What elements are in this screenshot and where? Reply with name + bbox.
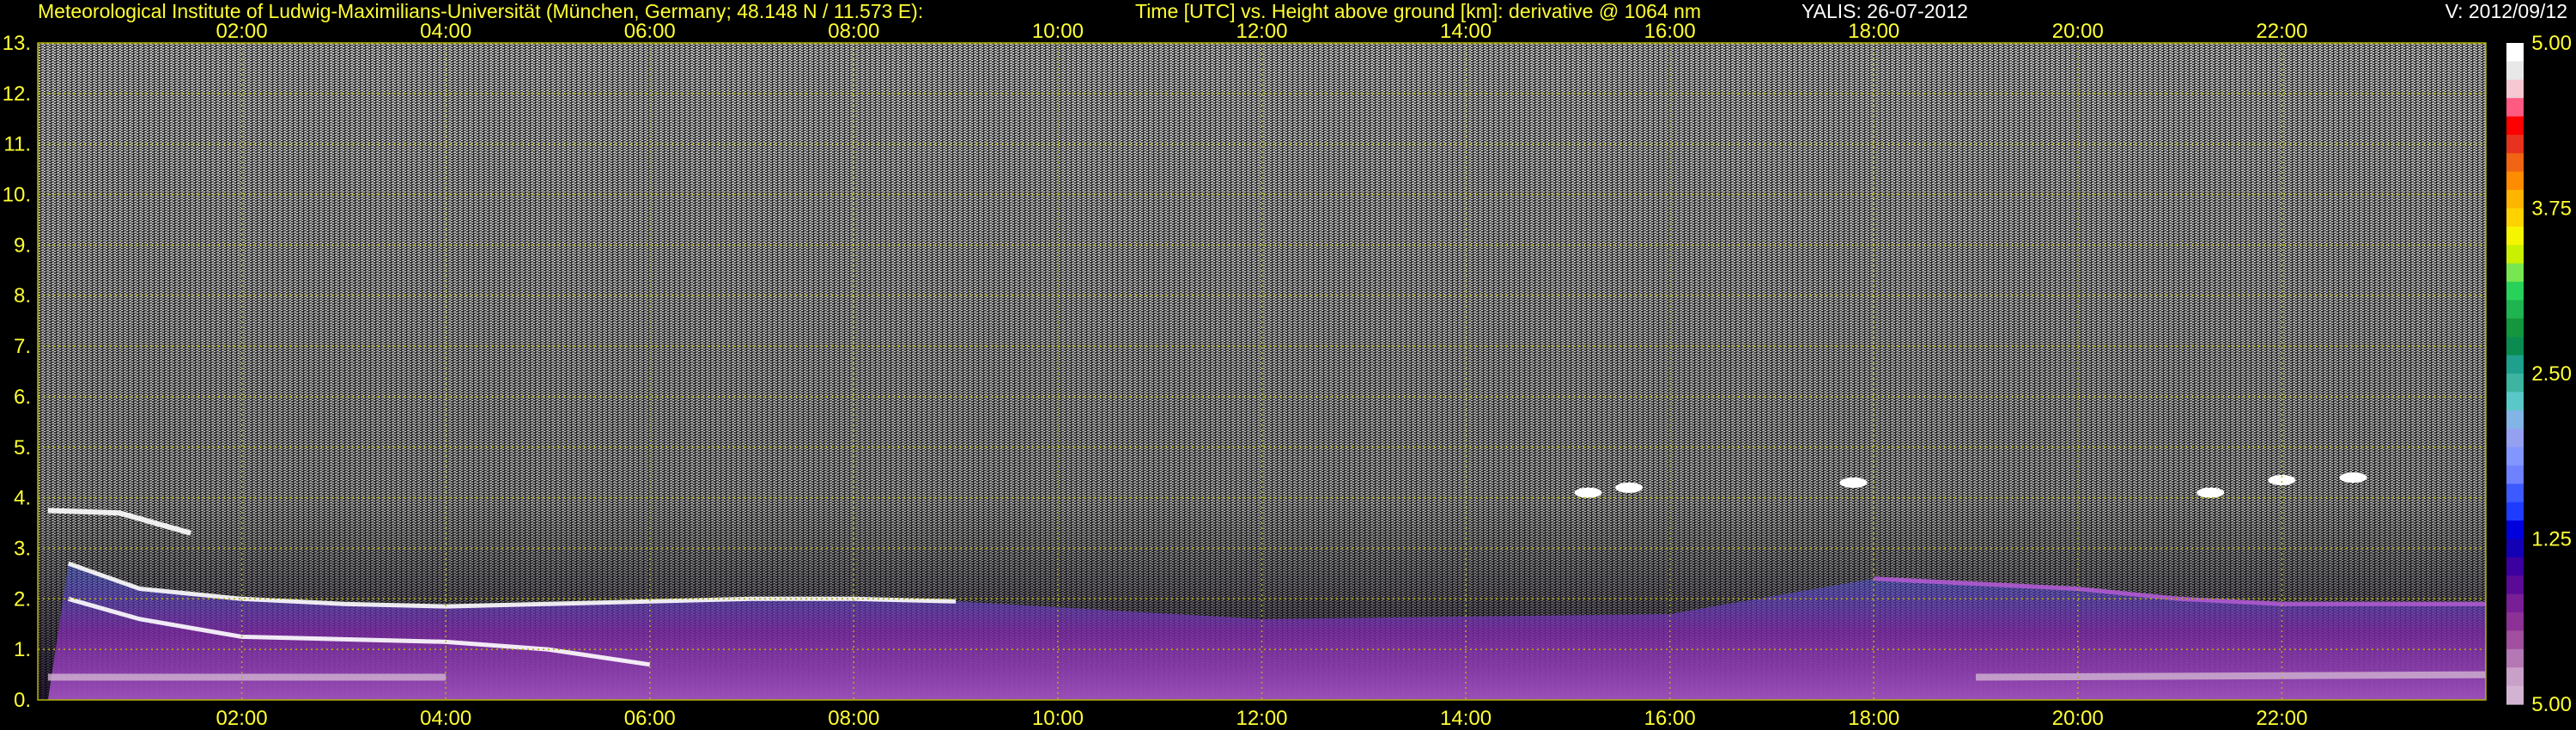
colorbar: 5.00 3.75 2.50 1.25 5.00 (2506, 32, 2572, 716)
colorbar-segment (2506, 484, 2524, 503)
colorbar-segment (2506, 282, 2524, 301)
colorbar-segment (2506, 557, 2524, 576)
y-tick-label: 7. (14, 335, 31, 358)
y-tick-label: 13. (3, 32, 31, 55)
colorbar-segment (2506, 465, 2524, 484)
y-tick-label: 5. (14, 436, 31, 459)
ground-layer (1976, 671, 2487, 681)
colorbar-segment (2506, 318, 2524, 338)
colorbar-segment (2506, 502, 2524, 521)
colorbar-segment (2506, 263, 2524, 283)
y-tick-label: 4. (14, 487, 31, 510)
cloud-mark (2196, 487, 2225, 498)
x-tick-label-top: 14:00 (1440, 20, 1492, 43)
x-tick-label-top: 12:00 (1236, 20, 1287, 43)
colorbar-segment (2506, 61, 2524, 81)
colorbar-segment (2506, 630, 2524, 650)
x-tick-label-top: 18:00 (1848, 20, 1899, 43)
colorbar-segment (2506, 429, 2524, 448)
y-tick-label: 6. (14, 386, 31, 409)
y-tick-label: 0. (14, 689, 31, 712)
x-tick-label-top: 10:00 (1032, 20, 1084, 43)
x-tick-label-bottom: 12:00 (1236, 707, 1287, 730)
y-tick-label: 10. (3, 184, 31, 207)
cloud-mark (2339, 472, 2367, 484)
x-tick-label-bottom: 06:00 (624, 707, 676, 730)
colorbar-segment (2506, 79, 2524, 99)
colorbar-segment (2506, 153, 2524, 173)
x-tick-label-top: 02:00 (216, 20, 268, 43)
colorbar-segment (2506, 685, 2524, 705)
x-tick-label-bottom: 16:00 (1644, 707, 1696, 730)
y-tick-label: 11. (3, 133, 31, 156)
colorbar-label: 3.75 (2531, 198, 2572, 221)
colorbar-segment (2506, 116, 2524, 136)
colorbar-label: 1.25 (2531, 528, 2572, 551)
colorbar-label: 5.00 (2531, 32, 2572, 55)
x-tick-label-bottom: 18:00 (1848, 707, 1899, 730)
x-tick-label-top: 22:00 (2256, 20, 2307, 43)
colorbar-segment (2506, 190, 2524, 210)
cloud-mark (1615, 482, 1643, 493)
colorbar-segment (2506, 520, 2524, 540)
colorbar-segment (2506, 612, 2524, 632)
y-tick-label: 3. (14, 537, 31, 560)
colorbar-label: 5.00 (2531, 693, 2572, 716)
x-tick-label-top: 08:00 (828, 20, 879, 43)
x-tick-label-top: 06:00 (624, 20, 676, 43)
colorbar-segment (2506, 667, 2524, 687)
y-tick-label: 1. (14, 638, 31, 661)
x-tick-label-top: 20:00 (2052, 20, 2104, 43)
cloud-mark (1574, 487, 1602, 498)
x-tick-label-bottom: 22:00 (2256, 707, 2307, 730)
colorbar-segment (2506, 134, 2524, 154)
y-tick-label: 2. (14, 587, 31, 611)
x-tick-label-bottom: 04:00 (420, 707, 471, 730)
colorbar-segment (2506, 538, 2524, 558)
y-tick-label: 9. (14, 234, 31, 257)
colorbar-segment (2506, 593, 2524, 613)
x-tick-label-bottom: 02:00 (216, 707, 268, 730)
lidar-chart: 02:00 02:00 04:00 04:00 06:00 06:00 08:00 08:00… (3, 20, 2572, 730)
colorbar-segment (2506, 410, 2524, 429)
colorbar-segment (2506, 245, 2524, 265)
colorbar-segment (2506, 447, 2524, 466)
x-tick-label-top: 16:00 (1644, 20, 1696, 43)
colorbar-segment (2506, 98, 2524, 118)
colorbar-segment (2506, 300, 2524, 319)
y-tick-label: 12. (3, 82, 31, 106)
colorbar-segment (2506, 392, 2524, 411)
x-tick-label-top: 04:00 (420, 20, 471, 43)
y-tick-label: 8. (14, 284, 31, 307)
colorbar-segment (2506, 575, 2524, 595)
colorbar-segment (2506, 337, 2524, 356)
colorbar-segment (2506, 374, 2524, 392)
colorbar-segment (2506, 226, 2524, 246)
colorbar-segment (2506, 43, 2524, 62)
x-tick-label-bottom: 20:00 (2052, 707, 2104, 730)
colorbar-label: 2.50 (2531, 362, 2572, 386)
x-tick-label-bottom: 08:00 (828, 707, 879, 730)
colorbar-segment (2506, 208, 2524, 228)
cloud-mark (1839, 477, 1868, 488)
colorbar-segment (2506, 171, 2524, 191)
x-tick-label-bottom: 10:00 (1032, 707, 1084, 730)
x-tick-label-bottom: 14:00 (1440, 707, 1492, 730)
colorbar-segment (2506, 355, 2524, 374)
colorbar-segment (2506, 648, 2524, 668)
